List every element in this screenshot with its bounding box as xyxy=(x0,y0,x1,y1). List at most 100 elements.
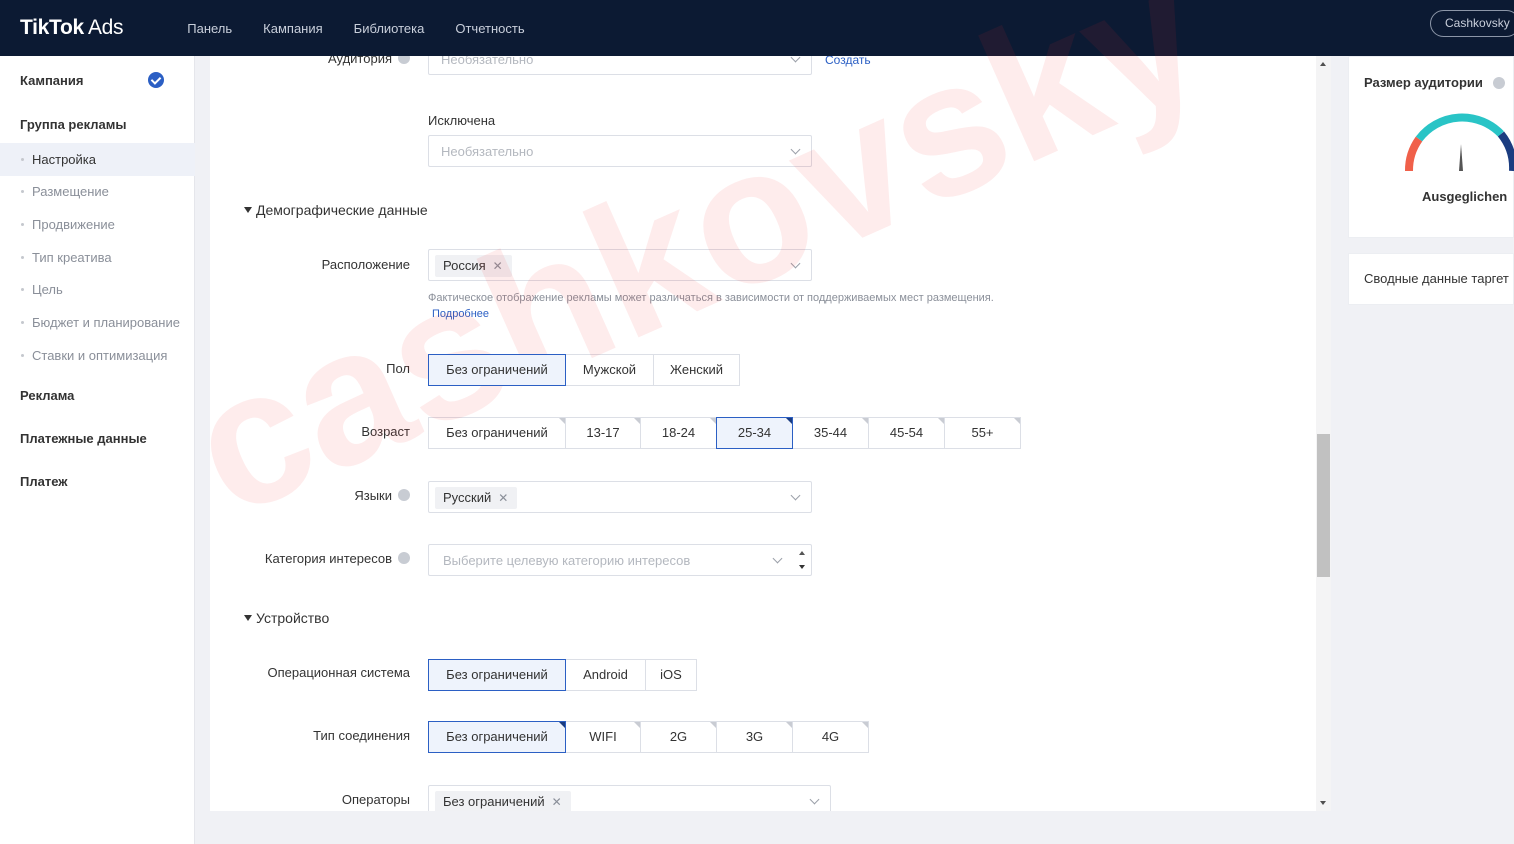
main-nav: Панель Кампания Библиотека Отчетность xyxy=(187,21,524,36)
os-button-group: Без ограничений Android iOS xyxy=(428,659,697,691)
gender-option-female[interactable]: Женский xyxy=(653,354,740,386)
connection-option-any[interactable]: Без ограничений xyxy=(428,721,566,753)
age-option-45-54[interactable]: 45-54 xyxy=(868,417,945,449)
language-tag-text: Русский xyxy=(443,490,492,505)
connection-button-group: Без ограничений WIFI 2G 3G 4G xyxy=(428,721,869,753)
close-icon[interactable]: ✕ xyxy=(498,487,508,509)
chevron-down-icon xyxy=(790,144,801,155)
targeting-summary-title: Сводные данные таргет xyxy=(1364,271,1509,286)
help-icon[interactable] xyxy=(398,489,410,501)
scroll-down-arrow-icon[interactable] xyxy=(1320,801,1326,805)
connection-option-3g[interactable]: 3G xyxy=(716,721,793,753)
help-icon[interactable] xyxy=(398,56,410,64)
logo-subtext: Ads xyxy=(87,16,124,39)
os-label: Операционная система xyxy=(267,665,411,680)
age-label: Возраст xyxy=(361,424,410,439)
nav-dashboard[interactable]: Панель xyxy=(187,21,232,36)
sidebar-item-placement[interactable]: Размещение xyxy=(0,175,195,208)
demographics-section-toggle[interactable]: Демографические данные xyxy=(244,202,428,218)
excluded-placeholder: Необязательно xyxy=(441,144,534,159)
account-button[interactable]: Cashkovsky xyxy=(1430,10,1514,37)
tiktok-ads-logo[interactable]: TikTok Ads xyxy=(20,16,124,40)
scrollbar-thumb[interactable] xyxy=(1317,434,1330,577)
interests-select[interactable]: Выберите целевую категорию интересов xyxy=(428,544,812,576)
chevron-down-icon xyxy=(790,258,801,269)
logo-text: TikTok xyxy=(20,16,84,39)
sidebar-payment[interactable]: Платеж xyxy=(20,474,67,489)
nav-reporting[interactable]: Отчетность xyxy=(455,21,524,36)
chevron-down-icon xyxy=(790,56,801,63)
nav-campaign[interactable]: Кампания xyxy=(263,21,323,36)
connection-label: Тип соединения xyxy=(313,728,410,743)
interests-label: Категория интересов xyxy=(265,551,410,566)
operators-select[interactable]: Без ограничений ✕ xyxy=(428,785,831,811)
os-option-any[interactable]: Без ограничений xyxy=(428,659,566,691)
nav-library[interactable]: Библиотека xyxy=(354,21,425,36)
sidebar-item-promotion[interactable]: Продвижение xyxy=(0,208,195,241)
operators-label: Операторы xyxy=(341,792,410,807)
gender-option-any[interactable]: Без ограничений xyxy=(428,354,566,386)
sidebar-payment-data[interactable]: Платежные данные xyxy=(20,431,147,446)
sidebar-item-creative-type[interactable]: Тип креатива xyxy=(0,241,195,274)
help-icon[interactable] xyxy=(1493,77,1505,89)
audience-gauge xyxy=(1404,113,1514,172)
sidebar-campaign[interactable]: Кампания xyxy=(20,73,83,88)
location-label: Расположение xyxy=(321,257,410,272)
sidebar-item-settings[interactable]: Настройка xyxy=(0,143,195,176)
check-circle-icon xyxy=(148,72,164,88)
gender-button-group: Без ограничений Мужской Женский xyxy=(428,354,740,386)
create-audience-link[interactable]: Создать xyxy=(825,56,871,67)
location-tag-text: Россия xyxy=(443,258,486,273)
sidebar-item-budget[interactable]: Бюджет и планирование xyxy=(0,306,195,339)
age-option-18-24[interactable]: 18-24 xyxy=(640,417,717,449)
spinner-down-icon[interactable] xyxy=(799,565,805,569)
main-form-panel: Аудитория Необязательно Создать Исключен… xyxy=(210,56,1316,811)
targeting-summary-card[interactable]: Сводные данные таргет xyxy=(1348,253,1514,305)
audience-placeholder: Необязательно xyxy=(441,56,534,67)
gender-option-male[interactable]: Мужской xyxy=(565,354,654,386)
age-button-group: Без ограничений 13-17 18-24 25-34 35-44 … xyxy=(428,417,1021,449)
location-select[interactable]: Россия ✕ xyxy=(428,249,812,281)
close-icon[interactable]: ✕ xyxy=(552,791,562,811)
scroll-up-arrow-icon[interactable] xyxy=(1320,62,1326,66)
interests-placeholder: Выберите целевую категорию интересов xyxy=(443,553,691,568)
location-tag: Россия ✕ xyxy=(435,255,512,277)
main-scrollbar[interactable] xyxy=(1316,56,1331,811)
os-option-android[interactable]: Android xyxy=(565,659,646,691)
sidebar-ad[interactable]: Реклама xyxy=(20,388,74,403)
gauge-label: Ausgeglichen xyxy=(1422,189,1508,204)
age-option-25-34[interactable]: 25-34 xyxy=(716,417,793,449)
sidebar-item-goal[interactable]: Цель xyxy=(0,273,195,306)
age-option-any[interactable]: Без ограничений xyxy=(428,417,566,449)
location-hint: Фактическое отображение рекламы может ра… xyxy=(428,292,994,304)
languages-label: Языки xyxy=(354,488,410,503)
sidebar-item-bidding[interactable]: Ставки и оптимизация xyxy=(0,339,195,372)
connection-option-4g[interactable]: 4G xyxy=(792,721,869,753)
close-icon[interactable]: ✕ xyxy=(493,255,503,277)
age-option-13-17[interactable]: 13-17 xyxy=(565,417,641,449)
gender-label: Пол xyxy=(386,361,410,376)
chevron-down-icon xyxy=(772,553,783,564)
operators-tag-text: Без ограничений xyxy=(443,794,545,809)
audience-select[interactable]: Необязательно xyxy=(428,56,812,75)
audience-size-card: Размер аудитории Ausgeglichen xyxy=(1348,56,1514,238)
audience-label: Аудитория xyxy=(328,56,410,66)
language-tag: Русский ✕ xyxy=(435,487,518,509)
os-option-ios[interactable]: iOS xyxy=(645,659,697,691)
connection-option-wifi[interactable]: WIFI xyxy=(565,721,641,753)
device-section-toggle[interactable]: Устройство xyxy=(244,610,329,626)
age-option-35-44[interactable]: 35-44 xyxy=(792,417,869,449)
location-more-link[interactable]: Подробнее xyxy=(432,308,489,320)
bottom-bar xyxy=(195,811,1514,844)
excluded-label: Исключена xyxy=(428,113,496,128)
help-icon[interactable] xyxy=(398,552,410,564)
top-navigation-bar: TikTok Ads Панель Кампания Библиотека Отч… xyxy=(0,0,1514,56)
sidebar-adgroup[interactable]: Группа рекламы xyxy=(20,117,126,132)
operators-tag: Без ограничений ✕ xyxy=(435,791,571,811)
connection-option-2g[interactable]: 2G xyxy=(640,721,717,753)
chevron-down-icon xyxy=(809,794,820,805)
spinner-up-icon[interactable] xyxy=(799,551,805,555)
age-option-55-plus[interactable]: 55+ xyxy=(944,417,1021,449)
languages-select[interactable]: Русский ✕ xyxy=(428,481,812,513)
excluded-select[interactable]: Необязательно xyxy=(428,135,812,167)
